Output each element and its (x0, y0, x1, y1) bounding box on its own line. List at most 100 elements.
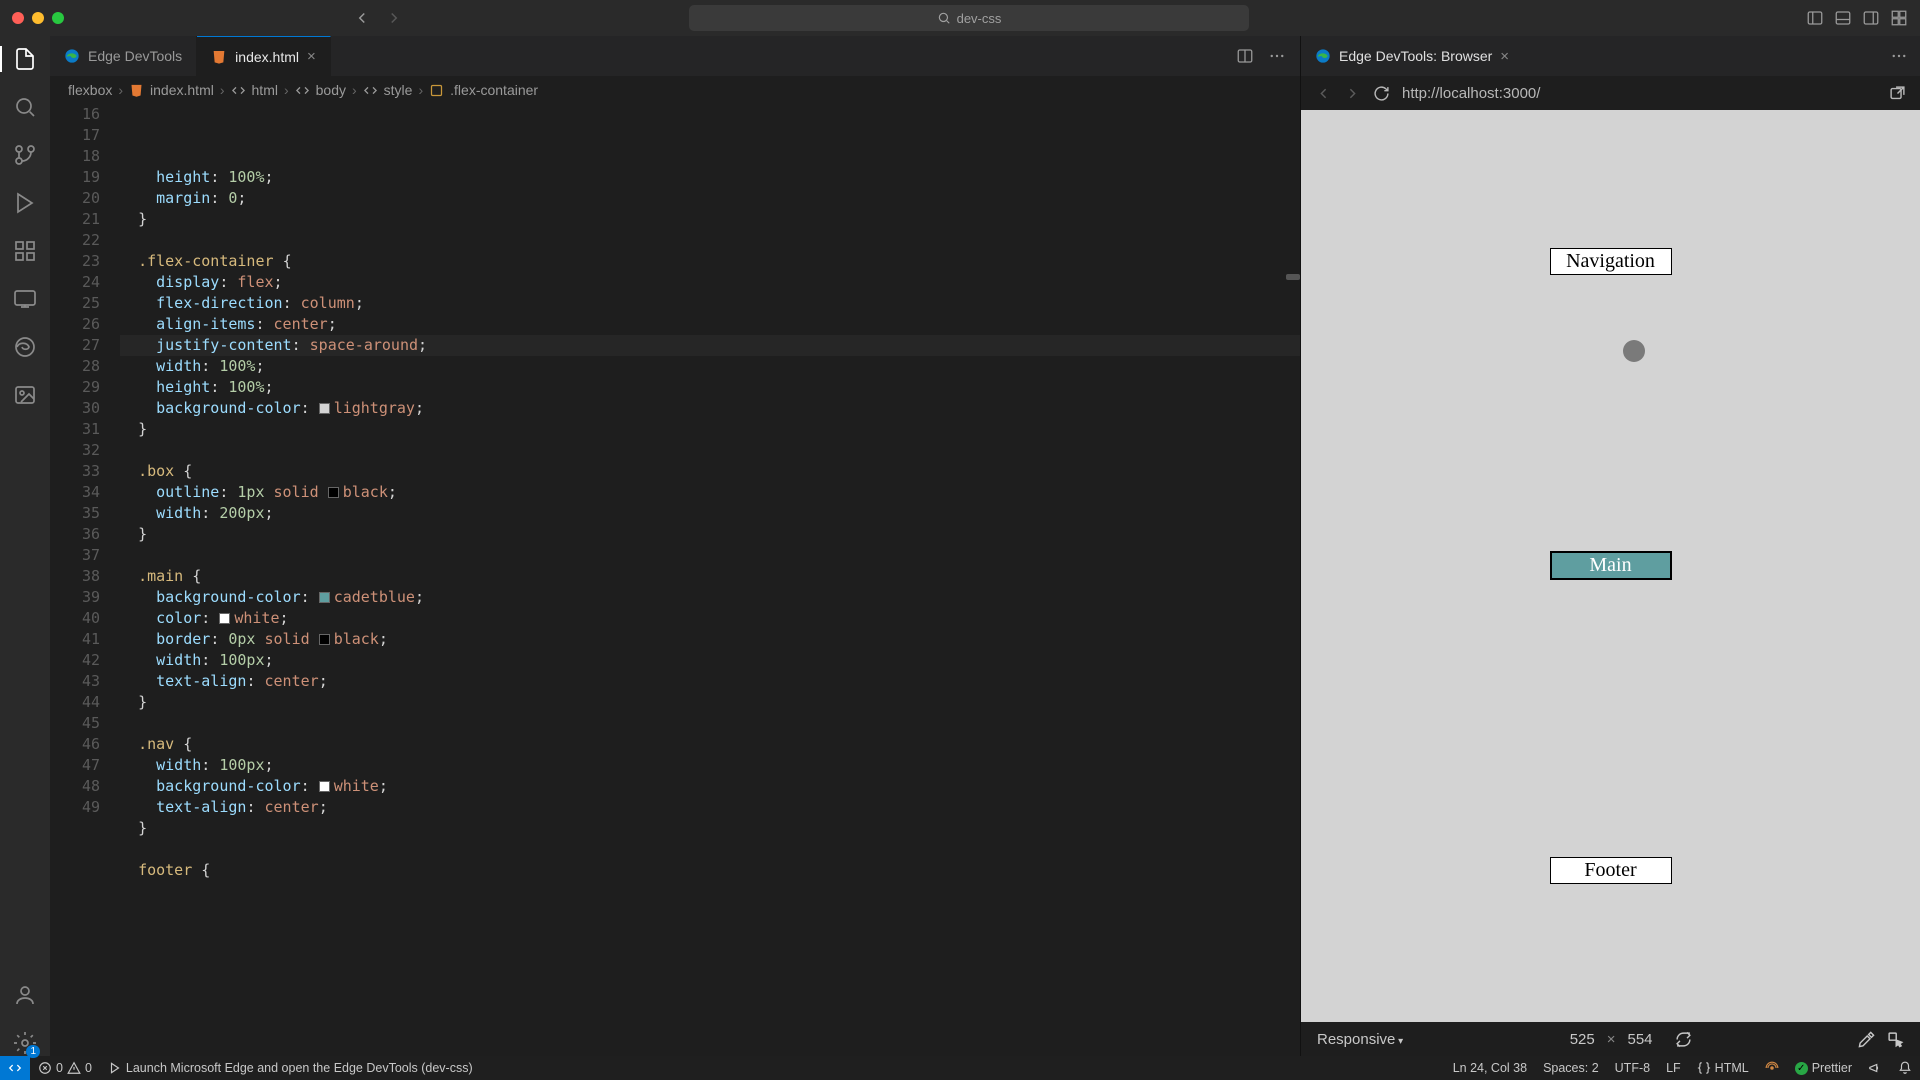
edge-icon (1315, 48, 1331, 64)
line-gutter: 1617181920212223242526272829303132333435… (50, 104, 120, 1056)
feedback-status[interactable] (1860, 1061, 1890, 1075)
more-icon[interactable] (1268, 47, 1286, 65)
panel-right-icon[interactable] (1862, 9, 1880, 27)
explorer-activity[interactable] (12, 46, 38, 72)
browser-forward-icon[interactable] (1344, 85, 1361, 102)
tag-icon (231, 83, 246, 98)
code-editor[interactable]: 1617181920212223242526272829303132333435… (50, 104, 1300, 1056)
go-live-status[interactable] (1757, 1061, 1787, 1075)
viewport-height[interactable]: 554 (1627, 1031, 1652, 1048)
url-field[interactable]: http://localhost:3000/ (1402, 85, 1877, 102)
image-activity[interactable] (12, 382, 38, 408)
code-content[interactable]: height: 100%; margin: 0; } .flex-contain… (120, 104, 1300, 1056)
error-icon (38, 1061, 52, 1075)
close-window-button[interactable] (12, 12, 24, 24)
minimap-handle[interactable] (1286, 274, 1300, 280)
search-icon (937, 11, 951, 25)
search-text: dev-css (957, 11, 1002, 26)
browser-pane: Edge DevTools: Browser × http://localhos… (1300, 36, 1920, 1056)
maximize-window-button[interactable] (52, 12, 64, 24)
browser-reload-icon[interactable] (1373, 85, 1390, 102)
rotate-icon[interactable] (1675, 1031, 1692, 1048)
dim-separator: × (1607, 1031, 1616, 1048)
window-controls (12, 12, 64, 24)
scm-activity[interactable] (12, 142, 38, 168)
inspect-icon[interactable] (1887, 1031, 1904, 1048)
preview-main-box: Main (1551, 552, 1671, 579)
remote-icon (8, 1061, 22, 1075)
check-icon: ✓ (1795, 1062, 1808, 1075)
tag-icon (295, 83, 310, 98)
titlebar: dev-css (0, 0, 1920, 36)
search-activity[interactable] (12, 94, 38, 120)
breadcrumb-folder[interactable]: flexbox (68, 82, 112, 98)
layout-icon[interactable] (1890, 9, 1908, 27)
braces-icon (1697, 1061, 1711, 1075)
browser-viewport: Navigation Main Footer (1301, 110, 1920, 1022)
language-status[interactable]: HTML (1689, 1061, 1757, 1075)
more-icon[interactable] (1890, 47, 1908, 65)
browser-toolbar: http://localhost:3000/ (1301, 76, 1920, 110)
eol-status[interactable]: LF (1658, 1061, 1689, 1075)
open-external-icon[interactable] (1889, 85, 1906, 102)
breadcrumb-html[interactable]: html (252, 82, 278, 98)
accounts-activity[interactable] (12, 982, 38, 1008)
problems-status[interactable]: 0 0 (30, 1061, 100, 1075)
tag-icon (363, 83, 378, 98)
nav-forward-icon[interactable] (385, 9, 403, 27)
tab-index-html[interactable]: index.html × (197, 36, 331, 76)
megaphone-icon (1868, 1061, 1882, 1075)
edge-activity[interactable] (12, 334, 38, 360)
close-icon[interactable]: × (1500, 48, 1509, 65)
selector-icon (429, 83, 444, 98)
bell-icon (1898, 1061, 1912, 1075)
extensions-activity[interactable] (12, 238, 38, 264)
warning-icon (67, 1061, 81, 1075)
remote-indicator[interactable] (0, 1056, 30, 1080)
preview-page[interactable]: Navigation Main Footer (1301, 110, 1920, 1022)
close-icon[interactable]: × (307, 48, 316, 65)
command-center-search[interactable]: dev-css (689, 5, 1249, 31)
remote-activity[interactable] (12, 286, 38, 312)
browser-back-icon[interactable] (1315, 85, 1332, 102)
eyedropper-icon[interactable] (1858, 1031, 1875, 1048)
viewport-width[interactable]: 525 (1570, 1031, 1595, 1048)
minimize-window-button[interactable] (32, 12, 44, 24)
nav-back-icon[interactable] (353, 9, 371, 27)
prettier-status[interactable]: ✓ Prettier (1787, 1061, 1860, 1075)
cursor-position[interactable]: Ln 24, Col 38 (1445, 1061, 1535, 1075)
preview-nav-box: Navigation (1551, 249, 1671, 274)
broadcast-icon (1765, 1061, 1779, 1075)
settings-activity[interactable]: 1 (12, 1030, 38, 1056)
workbench: 1 Edge DevTools index.html × flexbox› in… (0, 36, 1920, 1056)
tab-devtools-browser[interactable]: Edge DevTools: Browser × (1301, 36, 1523, 76)
breadcrumb-file[interactable]: index.html (150, 82, 214, 98)
panel-left-icon[interactable] (1806, 9, 1824, 27)
breadcrumb-selector[interactable]: .flex-container (450, 82, 538, 98)
breadcrumb[interactable]: flexbox› index.html› html› body› style› … (50, 76, 1300, 104)
html-file-icon (129, 83, 144, 98)
settings-badge: 1 (26, 1045, 40, 1058)
bell-status[interactable] (1890, 1061, 1920, 1075)
editor-tabs: Edge DevTools index.html × (50, 36, 1300, 76)
edge-icon (64, 48, 80, 64)
browser-tabs: Edge DevTools: Browser × (1301, 36, 1920, 76)
split-editor-icon[interactable] (1236, 47, 1254, 65)
preview-footer-box: Footer (1551, 858, 1671, 883)
breadcrumb-style[interactable]: style (384, 82, 413, 98)
tab-devtools[interactable]: Edge DevTools (50, 36, 197, 76)
responsive-dropdown[interactable]: Responsive (1317, 1031, 1403, 1048)
cursor-indicator (1623, 340, 1645, 362)
tab-label: Edge DevTools (88, 48, 182, 64)
indent-status[interactable]: Spaces: 2 (1535, 1061, 1607, 1075)
debug-icon (108, 1061, 122, 1075)
tab-label: Edge DevTools: Browser (1339, 48, 1492, 64)
breadcrumb-body[interactable]: body (316, 82, 346, 98)
activity-bar: 1 (0, 36, 50, 1056)
encoding-status[interactable]: UTF-8 (1607, 1061, 1658, 1075)
editor-area: Edge DevTools index.html × flexbox› inde… (50, 36, 1300, 1056)
panel-bottom-icon[interactable] (1834, 9, 1852, 27)
device-toolbar: Responsive 525 × 554 (1301, 1022, 1920, 1056)
launch-status[interactable]: Launch Microsoft Edge and open the Edge … (100, 1061, 481, 1075)
run-debug-activity[interactable] (12, 190, 38, 216)
